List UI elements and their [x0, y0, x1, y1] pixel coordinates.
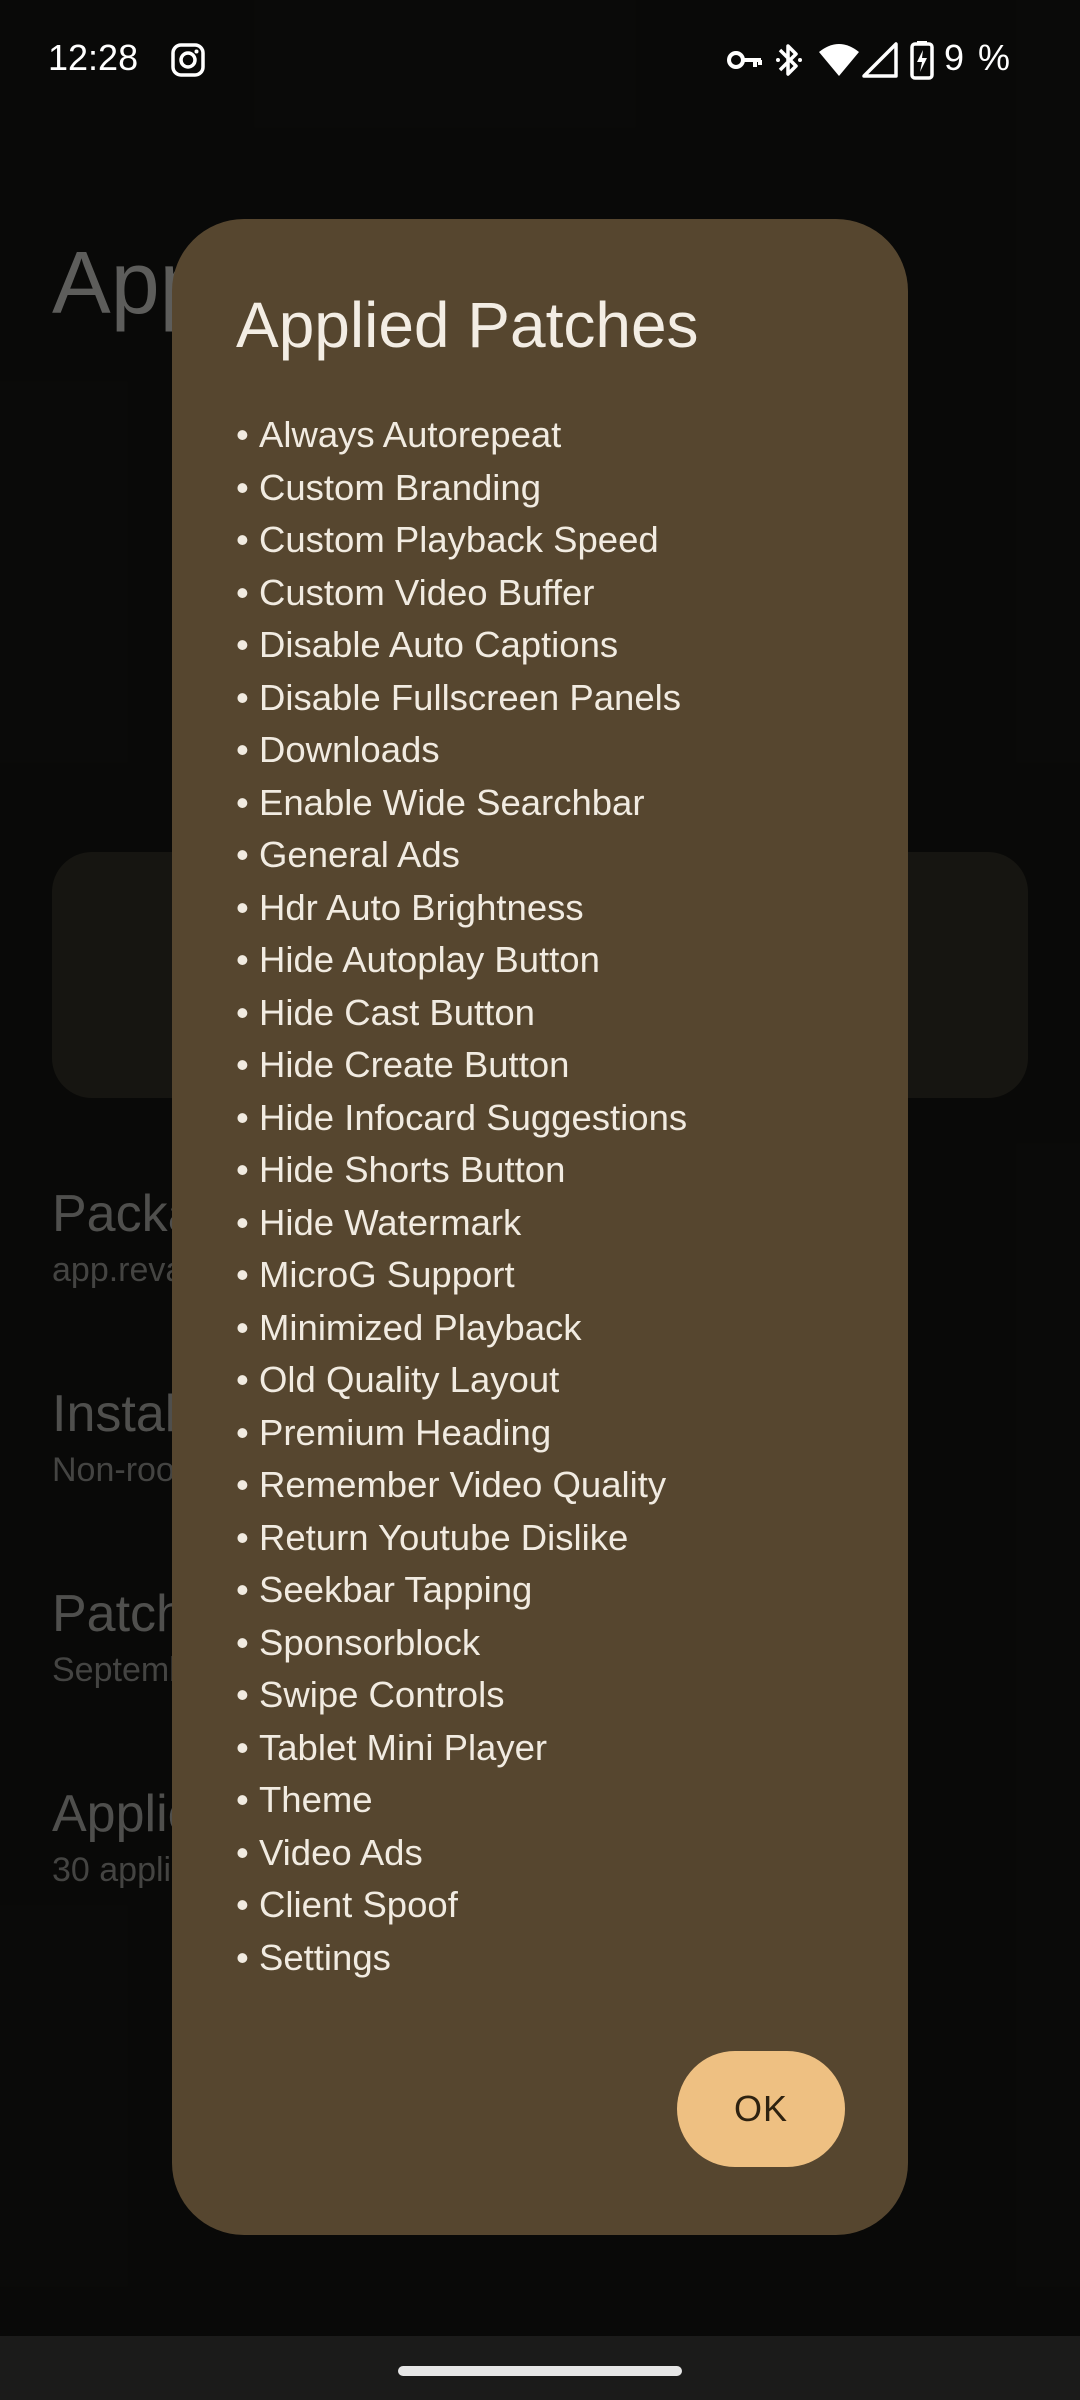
patch-item: Hide Shorts Button: [236, 1144, 856, 1197]
patch-item: Custom Video Buffer: [236, 567, 856, 620]
patch-item: Swipe Controls: [236, 1669, 856, 1722]
battery-charging-icon: [910, 41, 934, 80]
patch-item: Client Spoof: [236, 1879, 856, 1932]
patch-item: Enable Wide Searchbar: [236, 777, 856, 830]
patch-item: Theme: [236, 1774, 856, 1827]
patch-item: Sponsorblock: [236, 1617, 856, 1670]
patch-item: Premium Heading: [236, 1407, 856, 1460]
navigation-bar: [0, 2336, 1080, 2400]
gesture-handle[interactable]: [398, 2366, 682, 2376]
dialog-title: Applied Patches: [236, 289, 699, 361]
patch-item: Hide Watermark: [236, 1197, 856, 1250]
ok-button[interactable]: OK: [677, 2051, 845, 2167]
patch-item: Hide Create Button: [236, 1039, 856, 1092]
patch-item: Old Quality Layout: [236, 1354, 856, 1407]
patch-item: MicroG Support: [236, 1249, 856, 1302]
patch-item: Downloads: [236, 724, 856, 777]
screen: Applied Package app.revanced Install Non…: [0, 0, 1080, 2400]
patch-item: Tablet Mini Player: [236, 1722, 856, 1775]
battery-percentage: 9 %: [944, 37, 1013, 78]
patch-item: Custom Branding: [236, 462, 856, 515]
patch-item: Remember Video Quality: [236, 1459, 856, 1512]
patch-item: Minimized Playback: [236, 1302, 856, 1355]
vpn-key-icon: [727, 51, 762, 69]
patch-item: Custom Playback Speed: [236, 514, 856, 567]
patch-item: Disable Auto Captions: [236, 619, 856, 672]
patch-item: Hide Cast Button: [236, 987, 856, 1040]
patch-item: Settings: [236, 1932, 856, 1985]
patch-item: Hdr Auto Brightness: [236, 882, 856, 935]
patch-item: Hide Infocard Suggestions: [236, 1092, 856, 1145]
signal-icon: [862, 42, 898, 78]
patch-list: Always Autorepeat Custom Branding Custom…: [236, 409, 856, 1984]
patch-item: Seekbar Tapping: [236, 1564, 856, 1617]
patch-item: Hide Autoplay Button: [236, 934, 856, 987]
bluetooth-icon: [776, 44, 802, 76]
patch-item: Video Ads: [236, 1827, 856, 1880]
patch-item: Always Autorepeat: [236, 409, 856, 462]
patch-item: Return Youtube Dislike: [236, 1512, 856, 1565]
status-time: 12:28: [48, 37, 139, 78]
patch-item: General Ads: [236, 829, 856, 882]
patch-item: Disable Fullscreen Panels: [236, 672, 856, 725]
applied-patches-dialog: Applied Patches Always Autorepeat Custom…: [172, 219, 908, 2235]
wifi-icon: [819, 44, 859, 76]
instagram-icon: [171, 43, 205, 77]
status-bar: 12:28 9 %: [0, 0, 1080, 120]
